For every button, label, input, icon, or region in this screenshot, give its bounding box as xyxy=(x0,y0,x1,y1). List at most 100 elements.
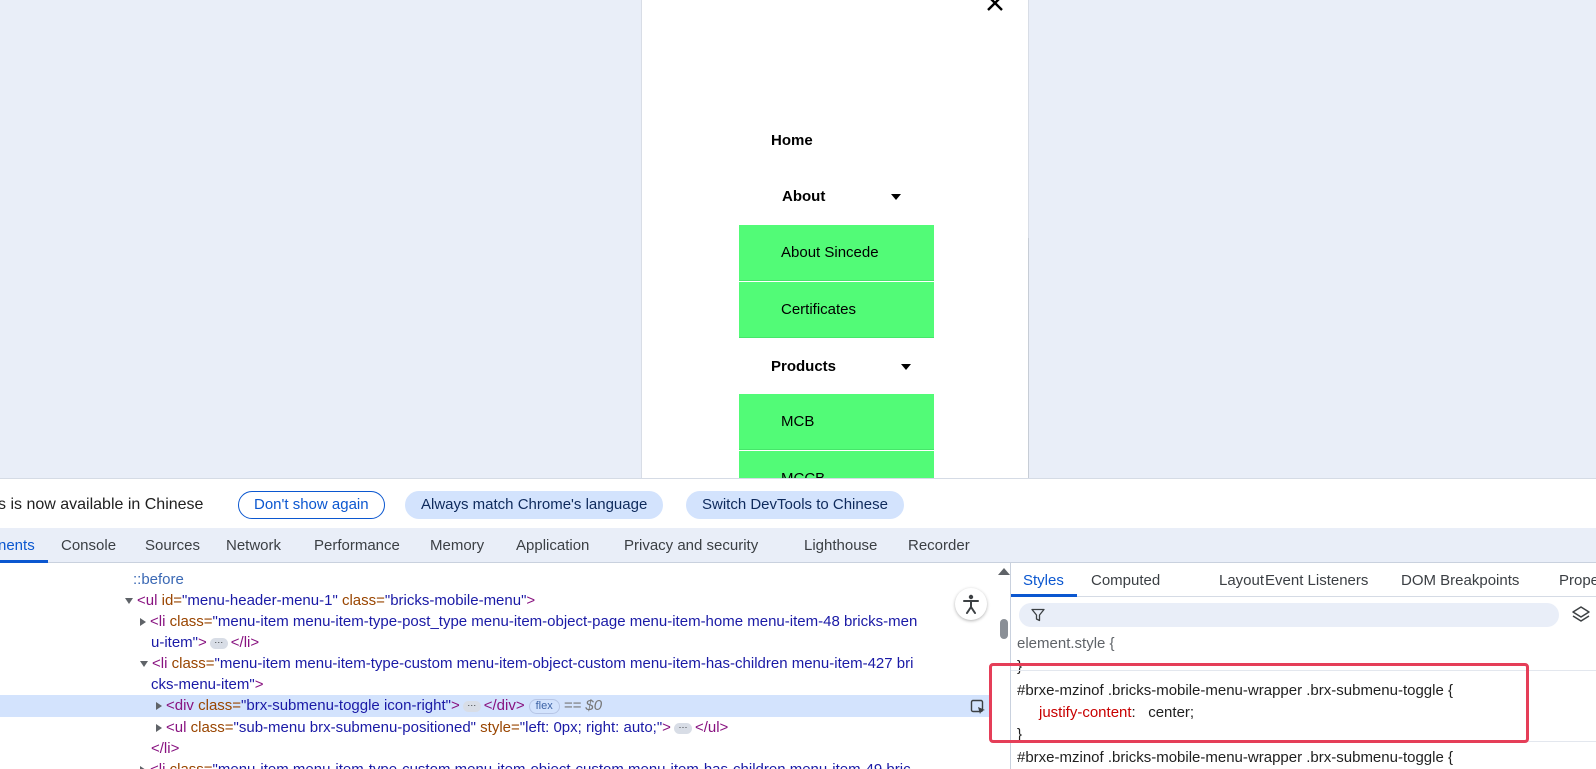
tab-layout[interactable]: Layout xyxy=(1219,572,1264,589)
tab-computed[interactable]: Computed xyxy=(1091,572,1160,589)
tab-network[interactable]: Network xyxy=(226,537,281,554)
ellipsis-icon[interactable]: ⋯ xyxy=(462,700,481,712)
submenu-item-label: Certificates xyxy=(781,301,857,318)
dom-node-li-products[interactable]: <li class="menu-item menu-item-type-cust… xyxy=(140,759,911,769)
css-declaration[interactable]: justify-content: center; xyxy=(1039,704,1194,721)
tab-memory[interactable]: Memory xyxy=(430,537,484,554)
switch-devtools-language-button[interactable]: Switch DevTools to Chinese xyxy=(686,491,904,519)
layers-icon[interactable] xyxy=(1571,605,1591,625)
submenu-item-label: MCCB xyxy=(781,470,825,478)
tag-bracket: > xyxy=(662,719,671,736)
submenu-item-mcb[interactable]: MCB xyxy=(739,394,934,450)
dont-show-again-button[interactable]: Don't show again xyxy=(238,491,385,519)
dom-scrollbar[interactable] xyxy=(1000,619,1008,639)
tab-application[interactable]: Application xyxy=(516,537,589,554)
dom-node-submenu-toggle[interactable]: <div class="brx-submenu-toggle icon-righ… xyxy=(156,695,602,716)
dom-node-li-home-cont[interactable]: u-item"> ⋯ </li> xyxy=(151,632,259,653)
tag-name: <div xyxy=(166,697,194,714)
rule-close-brace: } xyxy=(1017,658,1023,675)
tag-close: </li> xyxy=(230,634,260,651)
flex-badge[interactable]: flex xyxy=(528,698,560,714)
attr-name: class= xyxy=(165,761,213,769)
menu-item-about[interactable]: About xyxy=(782,188,825,205)
attr-name: class= xyxy=(167,655,215,672)
tag-bracket: > xyxy=(526,592,536,609)
chevron-down-icon[interactable] xyxy=(901,364,911,370)
dom-before-pseudo[interactable]: ::before xyxy=(133,569,184,590)
expand-triangle-icon[interactable] xyxy=(125,598,133,605)
css-rule-selector[interactable]: #brxe-mzinof .bricks-mobile-menu-wrapper… xyxy=(1017,682,1453,699)
menu-item-home[interactable]: Home xyxy=(771,132,813,149)
tab-recorder[interactable]: Recorder xyxy=(908,537,970,554)
collapse-triangle-icon[interactable] xyxy=(156,724,162,733)
attr-value: "menu-header-menu-1" xyxy=(182,592,338,609)
submenu-item-label: About Sincede xyxy=(781,244,879,261)
tab-elements[interactable]: nents xyxy=(0,537,35,554)
submenu-item-certificates[interactable]: Certificates xyxy=(739,282,934,338)
tag-name: <li xyxy=(152,655,168,672)
rule-divider xyxy=(1011,670,1596,671)
css-property[interactable]: justify-content xyxy=(1039,704,1132,721)
expand-triangle-icon[interactable] xyxy=(140,661,148,668)
attr-value: "menu-item menu-item-type-custom menu-it… xyxy=(214,655,914,672)
attr-name: class= xyxy=(186,719,234,736)
tab-styles[interactable]: Styles xyxy=(1023,572,1064,589)
tag-close: </ul> xyxy=(694,719,729,736)
tab-properties[interactable]: Proper xyxy=(1559,572,1596,589)
attr-name: style= xyxy=(476,719,520,736)
always-match-language-button[interactable]: Always match Chrome's language xyxy=(405,491,664,519)
ellipsis-icon[interactable]: ⋯ xyxy=(209,637,228,649)
collapse-triangle-icon[interactable] xyxy=(156,702,162,711)
tab-dom-breakpoints[interactable]: DOM Breakpoints xyxy=(1401,572,1519,589)
css-rule-selector[interactable]: #brxe-mzinof .bricks-mobile-menu-wrapper… xyxy=(1017,749,1453,766)
dom-node-sub-menu[interactable]: <ul class="sub-menu brx-submenu-position… xyxy=(156,717,728,738)
accessibility-icon xyxy=(963,594,979,614)
attr-value: u-item" xyxy=(151,634,198,651)
inspect-element-icon[interactable] xyxy=(970,699,986,715)
attr-name: class= xyxy=(337,592,385,609)
css-value[interactable]: center; xyxy=(1148,704,1194,721)
attr-value: "brx-submenu-toggle icon-right" xyxy=(241,697,451,714)
menu-item-products[interactable]: Products xyxy=(771,358,836,375)
tag-close: </li> xyxy=(151,740,180,757)
selected-node-ref: == $0 xyxy=(563,697,603,714)
submenu-item-mccb[interactable]: MCCB xyxy=(739,451,934,478)
close-icon[interactable] xyxy=(984,0,1006,14)
attr-name: class= xyxy=(165,613,213,630)
ellipsis-icon[interactable]: ⋯ xyxy=(673,722,692,734)
elements-panel: ::before <ul id="menu-header-menu-1" cla… xyxy=(0,563,1010,769)
dom-node-ul-menu[interactable]: <ul id="menu-header-menu-1" class="brick… xyxy=(125,590,535,611)
attr-value: cks-menu-item" xyxy=(151,676,255,693)
tab-console[interactable]: Console xyxy=(61,537,116,554)
attr-value: "menu-item menu-item-type-custom menu-it… xyxy=(213,761,911,769)
element-style-selector[interactable]: element.style { xyxy=(1017,635,1115,652)
dom-node-li-home[interactable]: <li class="menu-item menu-item-type-post… xyxy=(140,611,917,632)
tab-performance[interactable]: Performance xyxy=(314,537,400,554)
dom-node-li-about-cont[interactable]: cks-menu-item"> xyxy=(151,674,263,695)
attr-name: id= xyxy=(157,592,183,609)
tab-event-listeners[interactable]: Event Listeners xyxy=(1265,572,1368,589)
tag-name: <ul xyxy=(166,719,187,736)
accessibility-tree-button[interactable] xyxy=(955,588,987,620)
page-viewport: Home About About Sincede Certificates Pr… xyxy=(0,0,1596,478)
tab-lighthouse[interactable]: Lighthouse xyxy=(804,537,877,554)
language-infobar: s is now available in Chinese Don't show… xyxy=(0,478,1596,528)
dom-node-li-about-close[interactable]: </li> xyxy=(151,738,179,759)
attr-value: "left: 0px; right: auto;" xyxy=(519,719,663,736)
attr-name: class= xyxy=(193,697,242,714)
active-tab-indicator xyxy=(1011,594,1077,597)
tag-bracket: > xyxy=(450,697,460,714)
chevron-down-icon[interactable] xyxy=(891,194,901,200)
dom-node-li-about[interactable]: <li class="menu-item menu-item-type-cust… xyxy=(140,653,913,674)
tag-close: </div> xyxy=(483,697,525,714)
tag-name: <li xyxy=(150,613,166,630)
submenu-item-about-sincede[interactable]: About Sincede xyxy=(739,225,934,281)
styles-filter-input[interactable] xyxy=(1019,603,1559,627)
scroll-up-icon[interactable] xyxy=(998,568,1010,575)
collapse-triangle-icon[interactable] xyxy=(140,618,146,627)
tab-privacy-security[interactable]: Privacy and security xyxy=(624,537,758,554)
viewport-divider xyxy=(1028,238,1029,478)
attr-value: "bricks-mobile-menu" xyxy=(384,592,527,609)
filter-icon xyxy=(1031,608,1045,622)
tab-sources[interactable]: Sources xyxy=(145,537,200,554)
